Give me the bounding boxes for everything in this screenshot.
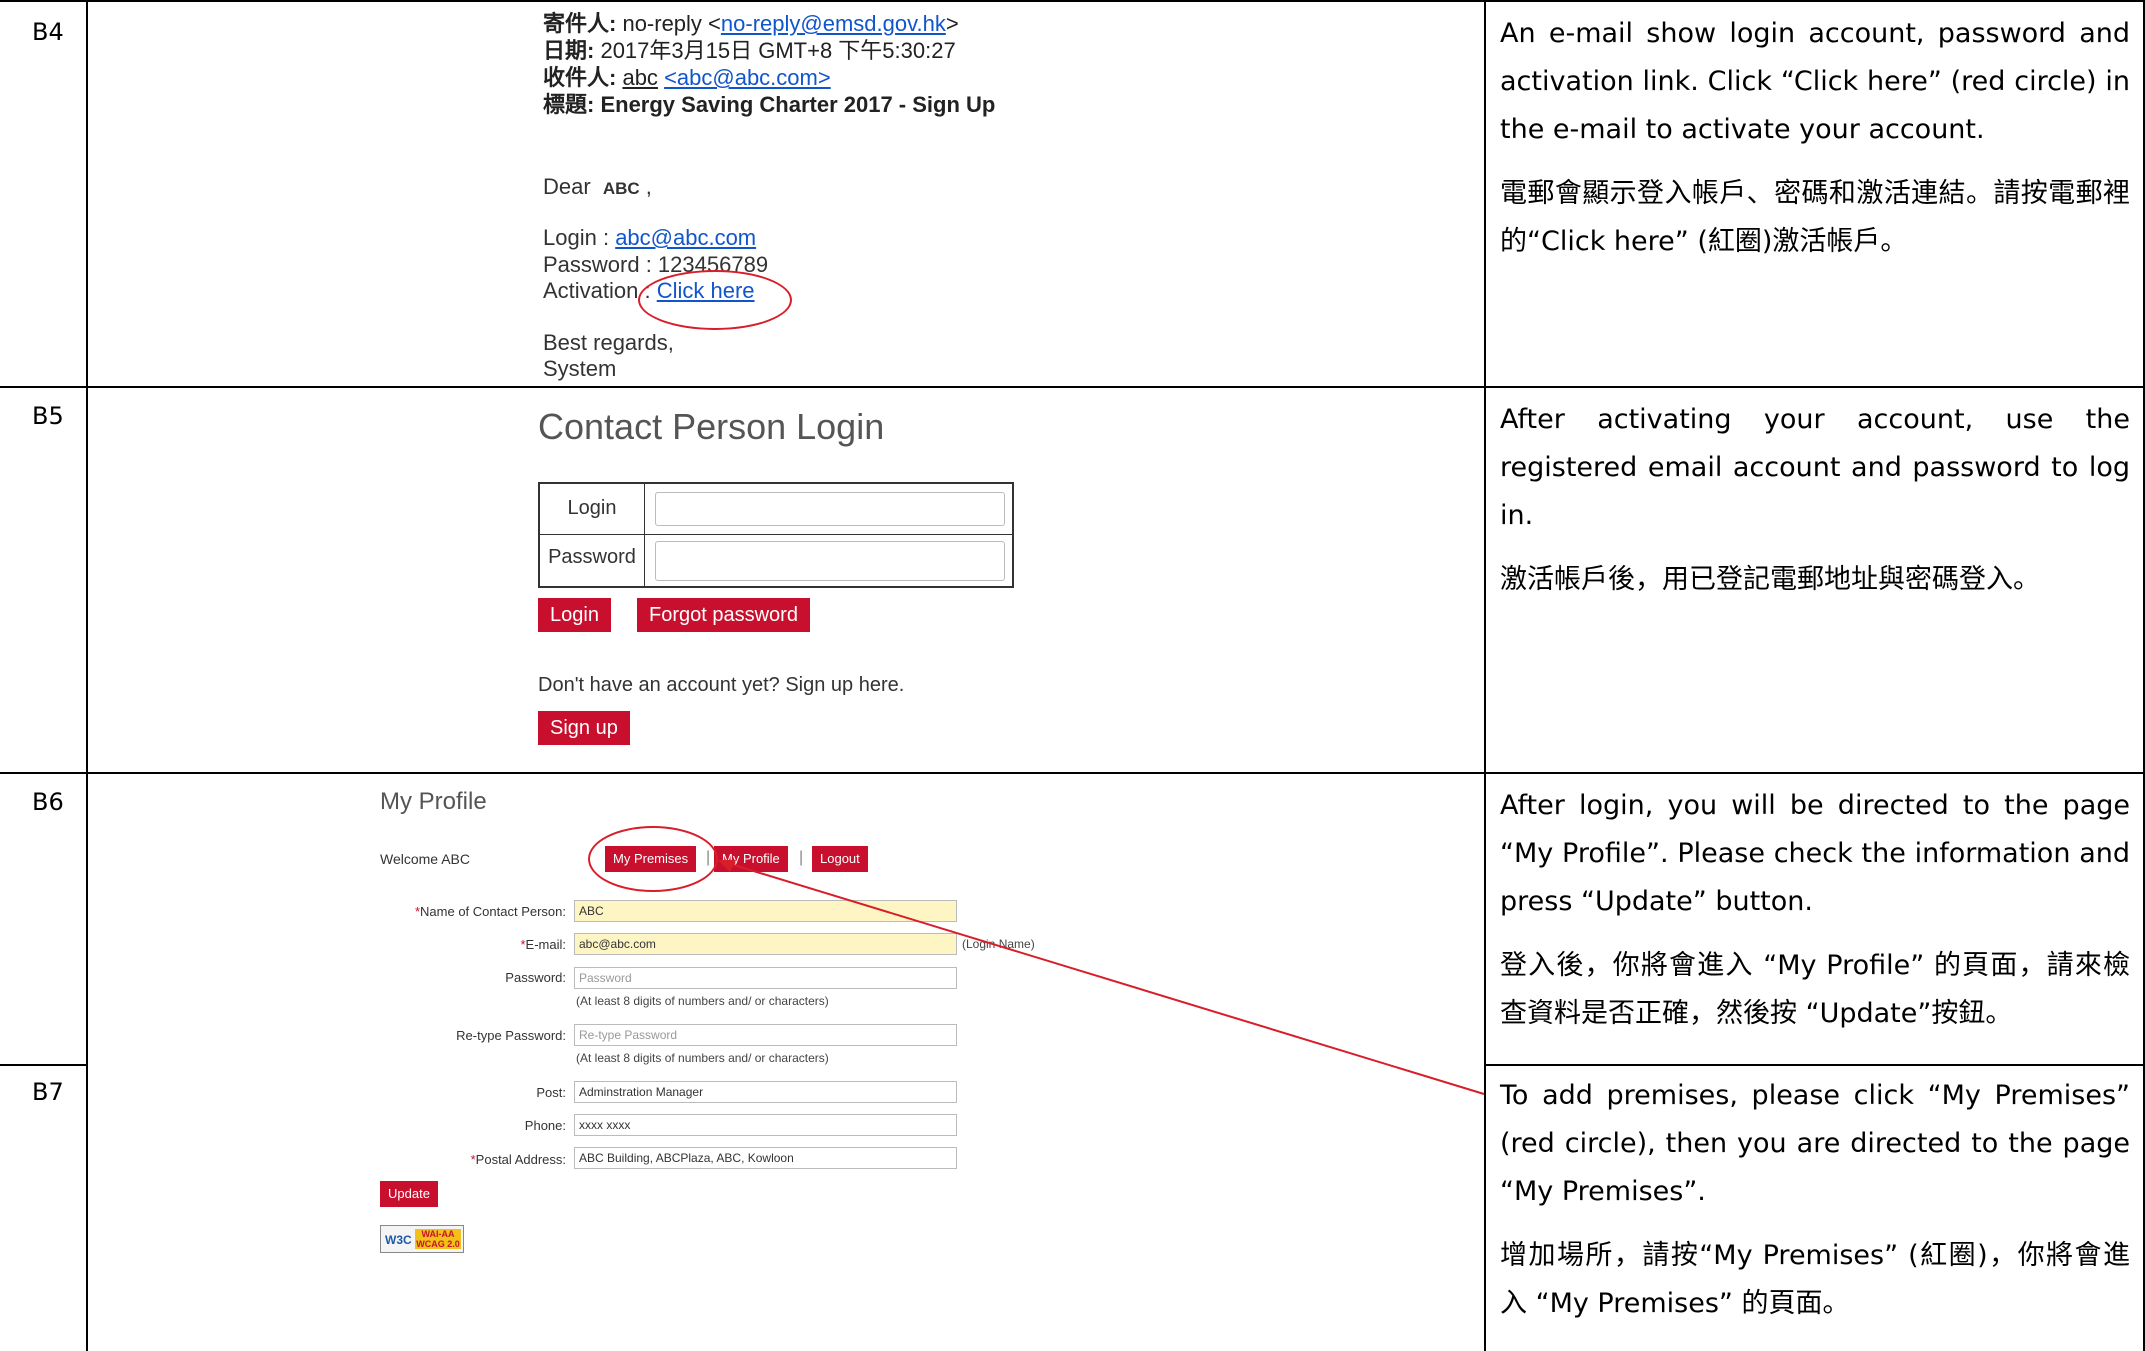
retype-password-hint: (At least 8 digits of numbers and/ or ch…: [576, 1051, 829, 1065]
email-from-link[interactable]: no-reply@emsd.gov.hk: [721, 11, 946, 36]
description-b6: After login, you will be directed to the…: [1500, 782, 2130, 1054]
login-form-table: Login Password: [538, 482, 1014, 588]
password-input[interactable]: [655, 541, 1005, 581]
email-label: *E-mail:: [520, 937, 566, 952]
phone-input[interactable]: xxxx xxxx: [574, 1114, 957, 1136]
password-label: Password: [548, 546, 636, 568]
retype-password-field[interactable]: Re-type Password: [574, 1024, 957, 1046]
email-date: 日期: 2017年3月15日 GMT+8 下午5:30:27: [543, 38, 956, 63]
w3c-logo-icon: W3C: [385, 1233, 412, 1247]
my-profile-button[interactable]: My Profile: [714, 846, 788, 872]
wcag-badge[interactable]: W3C WAI-AA WCAG 2.0: [380, 1225, 464, 1253]
email-login-link[interactable]: abc@abc.com: [615, 225, 756, 250]
description-b5-en: After activating your account, use the r…: [1500, 404, 2130, 531]
login-table-divider-v: [644, 484, 645, 586]
description-b5-zh: 激活帳戶後，用已登記電郵地址與密碼登入。: [1500, 564, 2040, 595]
step-label-b4: B4: [32, 18, 64, 46]
profile-page-title: My Profile: [380, 788, 487, 815]
email-input[interactable]: abc@abc.com: [574, 933, 957, 955]
description-b4: An e-mail show login account, password a…: [1500, 10, 2130, 282]
login-button[interactable]: Login: [538, 598, 611, 632]
phone-label: Phone:: [524, 1118, 566, 1133]
signup-note: Don't have an account yet? Sign up here.: [538, 674, 905, 696]
row-divider-b5-b6: [0, 772, 2145, 774]
email-regards: Best regards,: [543, 330, 674, 355]
welcome-text: Welcome ABC: [380, 851, 470, 867]
nav-separator: |: [799, 849, 804, 866]
row-divider-b4-b5: [0, 386, 2145, 388]
logout-button[interactable]: Logout: [812, 846, 868, 872]
password-hint: (At least 8 digits of numbers and/ or ch…: [576, 994, 829, 1008]
post-input[interactable]: Adminstration Manager: [574, 1081, 957, 1103]
step-label-b6: B6: [32, 788, 64, 816]
postal-address-label: *Postal Address:: [470, 1152, 566, 1167]
description-b4-zh: 電郵會顯示登入帳戶、密碼和激活連結。請按電郵裡的“Click here” (紅圈…: [1500, 178, 2130, 257]
name-label: *Name of Contact Person:: [414, 904, 566, 919]
description-b6-zh: 登入後，你將會進入 “My Profile” 的頁面，請來檢查資料是否正確，然後…: [1500, 950, 2130, 1029]
update-button[interactable]: Update: [380, 1181, 438, 1207]
row-divider-b6-b7-right: [1484, 1064, 2145, 1066]
retype-password-label: Re-type Password:: [456, 1028, 566, 1043]
post-label: Post:: [536, 1085, 566, 1100]
password-field-label: Password:: [505, 970, 566, 985]
description-b7: To add premises, please click “My Premis…: [1500, 1072, 2130, 1344]
email-header: 寄件人: no-reply <no-reply@emsd.gov.hk> 日期:…: [543, 10, 995, 118]
email-signature: System: [543, 356, 617, 381]
email-subject: 標題: Energy Saving Charter 2017 - Sign Up: [543, 92, 996, 117]
description-b7-zh: 增加場所，請按“My Premises” (紅圈)，你將會進入 “My Prem…: [1500, 1240, 2130, 1319]
step-label-b5: B5: [32, 402, 64, 430]
column-divider-1: [86, 0, 88, 1351]
red-circle-highlight: [588, 826, 718, 892]
password-field[interactable]: Password: [574, 967, 957, 989]
email-to-link[interactable]: <abc@abc.com>: [664, 65, 831, 90]
description-b7-en: To add premises, please click “My Premis…: [1500, 1080, 2130, 1207]
description-b6-en: After login, you will be directed to the…: [1500, 790, 2130, 917]
forgot-password-button[interactable]: Forgot password: [637, 598, 810, 632]
description-b5: After activating your account, use the r…: [1500, 396, 2130, 620]
email-login-line: Login : abc@abc.com: [543, 225, 757, 250]
login-name-note: (Login Name): [962, 937, 1035, 951]
column-divider-2: [1484, 0, 1486, 1351]
login-label: Login: [567, 497, 617, 519]
step-label-b7: B7: [32, 1078, 64, 1106]
login-table-divider-h: [540, 534, 1012, 535]
email-from: 寄件人: no-reply <no-reply@emsd.gov.hk>: [543, 11, 959, 36]
red-circle-highlight: [638, 270, 792, 330]
email-greeting: Dear ABC ,: [543, 174, 652, 199]
postal-address-input[interactable]: ABC Building, ABCPlaza, ABC, Kowloon: [574, 1147, 957, 1169]
table-border-top: [0, 0, 2145, 2]
signup-button[interactable]: Sign up: [538, 711, 630, 745]
description-b4-en: An e-mail show login account, password a…: [1500, 18, 2130, 145]
name-input[interactable]: ABC: [574, 900, 957, 922]
row-divider-b6-b7-left: [0, 1064, 88, 1066]
email-to: 收件人: abc <abc@abc.com>: [543, 65, 831, 90]
login-page-title: Contact Person Login: [538, 406, 885, 447]
login-input[interactable]: [655, 492, 1005, 526]
